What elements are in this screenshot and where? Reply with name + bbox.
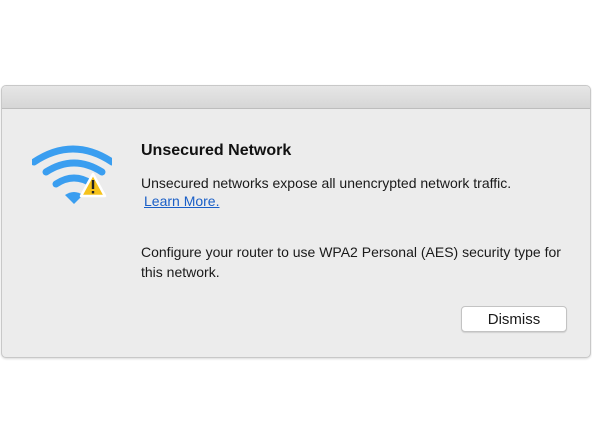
dismiss-button[interactable]: Dismiss: [461, 306, 567, 332]
wifi-warning-icon: [30, 144, 116, 210]
dialog-instruction: Configure your router to use WPA2 Person…: [141, 244, 561, 280]
dialog-message: Unsecured networks expose all unencrypte…: [141, 175, 512, 191]
learn-more-link[interactable]: Learn More.: [144, 193, 219, 209]
unsecured-network-dialog: Unsecured Network Unsecured networks exp…: [1, 85, 591, 358]
screen: Unsecured Network Unsecured networks exp…: [0, 0, 592, 444]
dialog-title: Unsecured Network: [141, 142, 292, 159]
dialog-titlebar[interactable]: [2, 86, 590, 109]
